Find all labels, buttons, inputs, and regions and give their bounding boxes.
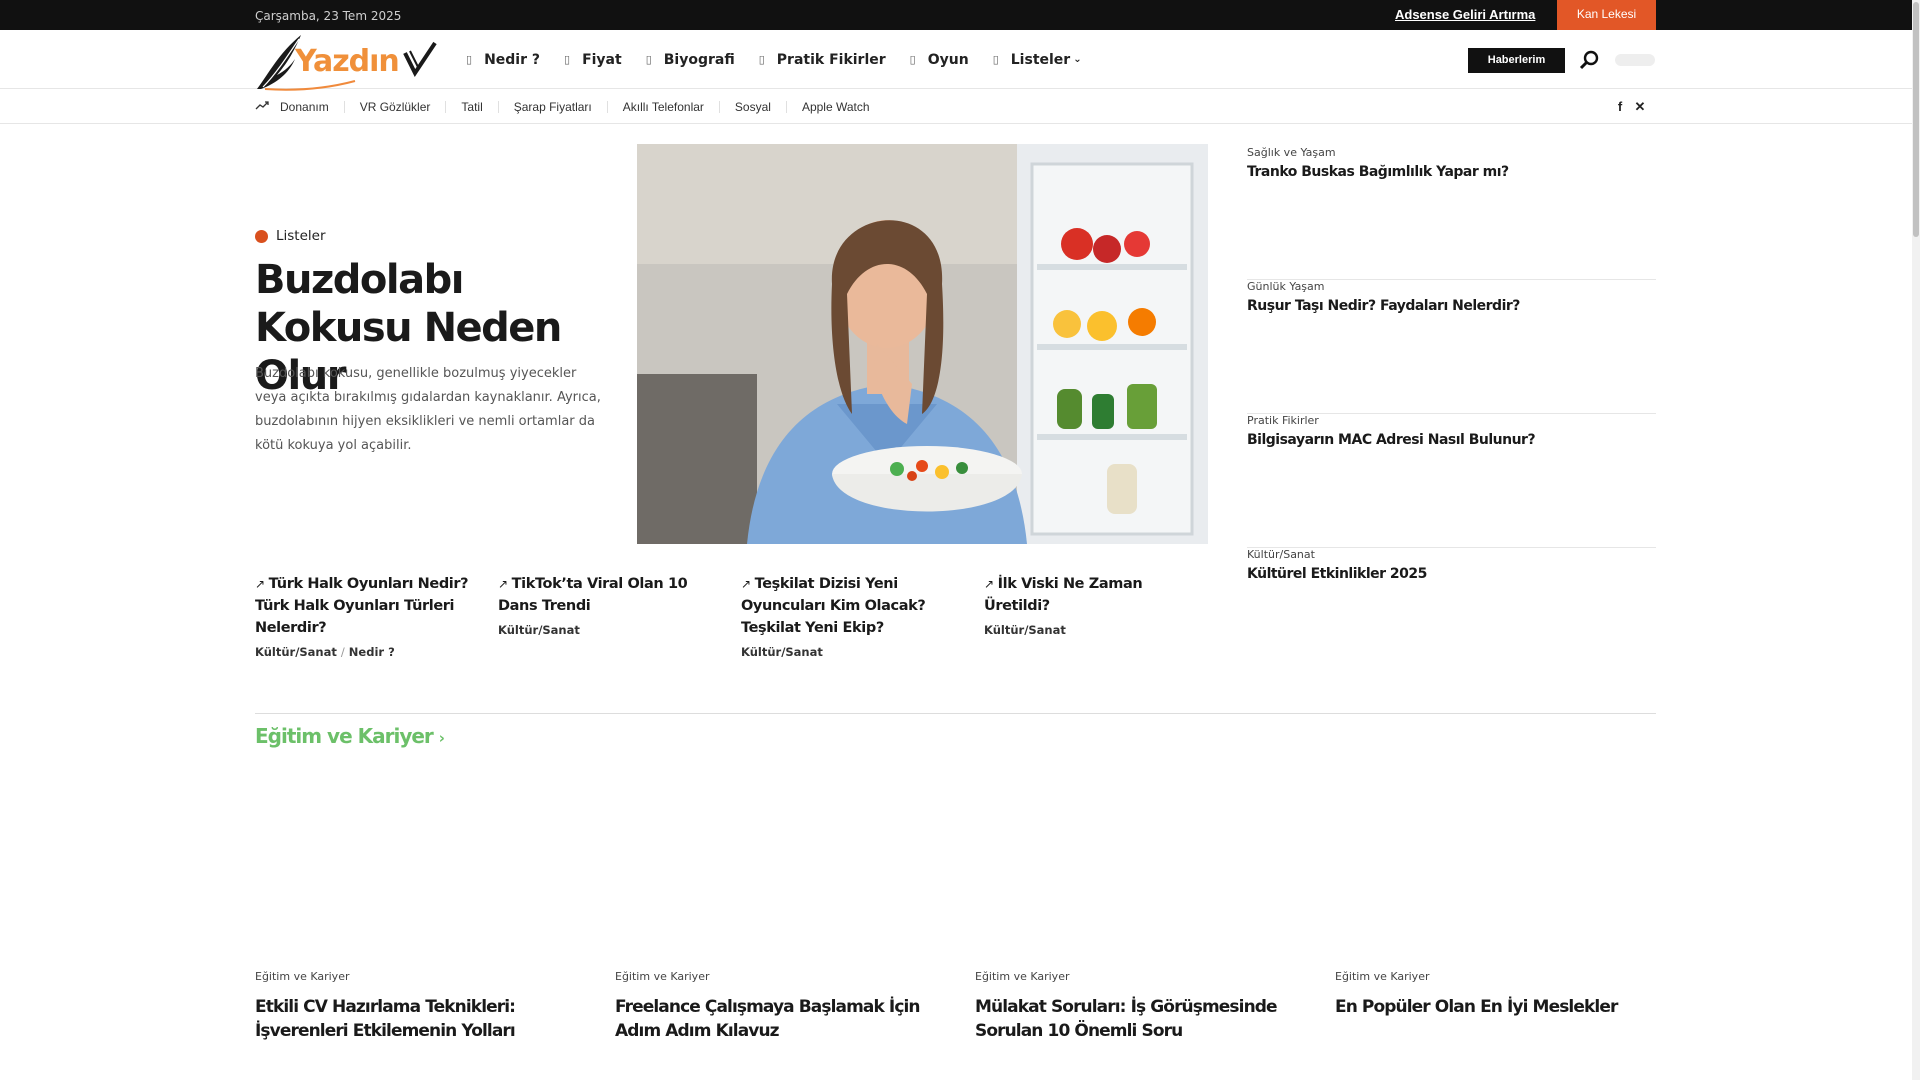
trending-icon xyxy=(255,101,269,110)
section-card[interactable]: Eğitim ve Kariyer Mülakat Soruları: İş G… xyxy=(975,970,1285,1043)
main-nav: ▯ Nedir ? ▯ Fiyat ▯ Biyografi ▯ Pratik Fikir… xyxy=(466,30,1106,89)
nav-item-label: Pratik Fikirler xyxy=(776,51,886,68)
adsense-link[interactable]: Adsense Geliri Artırma xyxy=(1395,7,1535,22)
mini-post-title: Türk Halk Oyunları Nedir? Türk Halk Oyun… xyxy=(255,576,469,636)
mini-post[interactable]: ↗ İlk Viski Ne Zaman Üretildi? Kültür/San… xyxy=(984,573,1204,637)
trending-item[interactable]: Tatil xyxy=(445,100,497,113)
side-post[interactable]: Günlük Yaşam Ruşur Taşı Nedir? Faydaları… xyxy=(1247,280,1656,414)
side-post-category[interactable]: Pratik Fikirler xyxy=(1247,414,1319,427)
nav-item-oyun[interactable]: ▯ Oyun xyxy=(910,52,969,68)
mini-post[interactable]: ↗ Türk Halk Oyunları Nedir? Türk Halk Oyu… xyxy=(255,573,475,659)
nav-bullet-icon: ▯ xyxy=(466,53,473,66)
top-bar: Çarşamba, 23 Tem 2025 Adsense Geliri Art… xyxy=(0,0,1912,30)
trending-item[interactable]: VR Gözlükler xyxy=(343,100,446,113)
site-logo[interactable]: Yazdın xyxy=(255,31,437,91)
nav-item-nedir[interactable]: ▯ Nedir ? xyxy=(466,52,540,68)
hero-image[interactable] xyxy=(637,144,1208,544)
search-icon[interactable] xyxy=(1579,49,1601,71)
section-card[interactable]: Eğitim ve Kariyer En Popüler Olan En İyi… xyxy=(1335,970,1645,1019)
dark-mode-toggle[interactable] xyxy=(1615,54,1655,66)
card-category[interactable]: Eğitim ve Kariyer xyxy=(255,970,565,983)
side-post-title[interactable]: Tranko Buskas Bağımlılık Yapar mı? xyxy=(1247,164,1509,180)
scrollbar-thumb[interactable] xyxy=(1913,2,1919,237)
mini-post-category[interactable]: Kültür/Sanat xyxy=(984,623,1204,637)
mini-post-title: İlk Viski Ne Zaman Üretildi? xyxy=(984,576,1143,614)
section-card[interactable]: Eğitim ve Kariyer Etkili CV Hazırlama Te… xyxy=(255,970,565,1043)
category-separator: / xyxy=(340,645,345,659)
card-category[interactable]: Eğitim ve Kariyer xyxy=(975,970,1285,983)
section-title-label: Eğitim ve Kariyer xyxy=(255,724,434,748)
side-post[interactable]: Sağlık ve Yaşam Tranko Buskas Bağımlılık… xyxy=(1247,146,1656,280)
main-header: Yazdın ▯ Nedir ? ▯ Fiyat ▯ Biyografi ▯ Prati… xyxy=(0,30,1912,91)
side-post-title[interactable]: Kültürel Etkinlikler 2025 xyxy=(1247,566,1427,582)
mini-post[interactable]: ↗ TikTok’ta Viral Olan 10 Dans Trendi Kül… xyxy=(498,573,718,637)
nav-item-label: Nedir ? xyxy=(484,51,540,68)
section-card[interactable]: Eğitim ve Kariyer Freelance Çalışmaya Ba… xyxy=(615,970,925,1043)
card-title[interactable]: Freelance Çalışmaya Başlamak İçin Adım A… xyxy=(615,995,925,1043)
nav-bullet-icon: ▯ xyxy=(758,53,765,66)
side-post-category[interactable]: Sağlık ve Yaşam xyxy=(1247,146,1336,159)
hero-description: Buzdolabı kokusu, genellikle bozulmuş yi… xyxy=(255,366,601,453)
hero-category-label: Listeler xyxy=(276,228,326,244)
mini-post-category[interactable]: Kültür/Sanat xyxy=(255,645,337,659)
card-category[interactable]: Eğitim ve Kariyer xyxy=(615,970,925,983)
current-date: Çarşamba, 23 Tem 2025 xyxy=(255,9,402,23)
side-post-category[interactable]: Kültür/Sanat xyxy=(1247,548,1315,561)
card-title[interactable]: En Popüler Olan En İyi Meslekler xyxy=(1335,995,1645,1019)
nav-bullet-icon: ▯ xyxy=(564,53,571,66)
trending-item[interactable]: Apple Watch xyxy=(785,100,885,113)
kan-lekesi-button[interactable]: Kan Lekesi xyxy=(1557,0,1656,30)
trending-arrow-icon: ↗ xyxy=(498,577,508,591)
nav-item-fiyat[interactable]: ▯ Fiyat xyxy=(564,52,622,68)
chevron-down-icon: ⌄ xyxy=(1073,54,1082,65)
side-post-title[interactable]: Bilgisayarın MAC Adresi Nasıl Bulunur? xyxy=(1247,432,1536,448)
trending-arrow-icon: ↗ xyxy=(984,577,994,591)
x-twitter-icon[interactable]: ✕ xyxy=(1634,99,1646,115)
mini-post-title: Teşkilat Dizisi Yeni Oyuncuları Kim Olac… xyxy=(741,576,926,636)
side-post[interactable]: Kültür/Sanat Kültürel Etkinlikler 2025 xyxy=(1247,548,1656,682)
nav-item-pratik-fikirler[interactable]: ▯ Pratik Fikirler xyxy=(759,52,886,68)
trending-item[interactable]: Sosyal xyxy=(718,100,786,113)
mini-post[interactable]: ↗ Teşkilat Dizisi Yeni Oyuncuları Kim Ola… xyxy=(741,573,961,659)
page-scrollbar[interactable] xyxy=(1912,0,1920,1080)
social-links: f ✕ xyxy=(1614,99,1646,115)
mini-post-category[interactable]: Kültür/Sanat xyxy=(741,645,961,659)
nav-item-label: Fiyat xyxy=(582,51,622,68)
nav-item-listeler[interactable]: ▯ Listeler ⌄ xyxy=(993,52,1082,68)
trending-item[interactable]: Şarap Fiyatları xyxy=(497,100,607,113)
nav-item-biyografi[interactable]: ▯ Biyografi xyxy=(646,52,735,68)
logo-text: Yazdın xyxy=(294,44,399,79)
trending-arrow-icon: ↗ xyxy=(741,577,751,591)
chevron-right-icon: › xyxy=(438,729,445,747)
trending-arrow-icon: ↗ xyxy=(255,577,265,591)
trending-item[interactable]: Donanım xyxy=(280,101,344,113)
trending-list: Donanım VR Gözlükler Tatil Şarap Fiyatla… xyxy=(280,89,885,124)
facebook-icon[interactable]: f xyxy=(1614,99,1626,115)
nav-item-label: Listeler xyxy=(1010,51,1071,68)
side-post[interactable]: Pratik Fikirler Bilgisayarın MAC Adresi … xyxy=(1247,414,1656,548)
side-post-title[interactable]: Ruşur Taşı Nedir? Faydaları Nelerdir? xyxy=(1247,298,1520,314)
nav-item-label: Oyun xyxy=(927,51,969,68)
category-dot-icon xyxy=(255,229,268,243)
card-category[interactable]: Eğitim ve Kariyer xyxy=(1335,970,1645,983)
mini-post-category[interactable]: Nedir ? xyxy=(349,645,395,659)
side-post-category[interactable]: Günlük Yaşam xyxy=(1247,280,1325,293)
nav-bullet-icon: ▯ xyxy=(909,53,916,66)
logo-feather-icon: Yazdın xyxy=(257,35,437,91)
mini-post-category[interactable]: Kültür/Sanat xyxy=(498,623,718,637)
section-divider xyxy=(255,713,1656,714)
nav-bullet-icon: ▯ xyxy=(992,53,999,66)
section-title[interactable]: Eğitim ve Kariyer › xyxy=(255,724,445,748)
hero-category[interactable]: Listeler xyxy=(255,228,326,244)
card-title[interactable]: Etkili CV Hazırlama Teknikleri: İşverenl… xyxy=(255,995,565,1043)
nav-item-label: Biyografi xyxy=(663,51,735,68)
card-title[interactable]: Mülakat Soruları: İş Görüşmesinde Sorula… xyxy=(975,995,1285,1043)
mini-post-title: TikTok’ta Viral Olan 10 Dans Trendi xyxy=(498,576,688,614)
nav-bullet-icon: ▯ xyxy=(645,53,652,66)
trending-item[interactable]: Akıllı Telefonlar xyxy=(606,100,719,113)
trending-bar: Donanım VR Gözlükler Tatil Şarap Fiyatla… xyxy=(0,89,1912,124)
haberlerim-button[interactable]: Haberlerim xyxy=(1468,48,1565,73)
